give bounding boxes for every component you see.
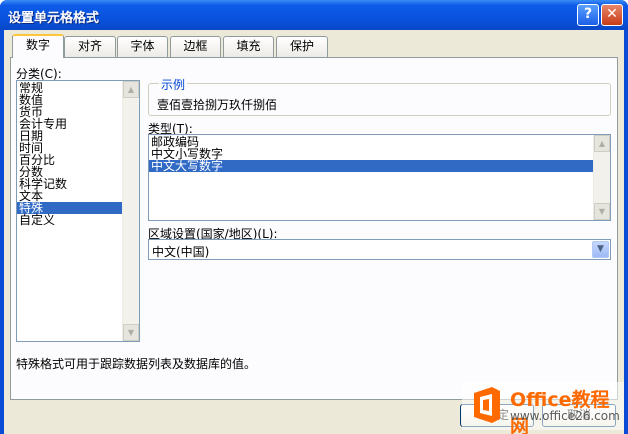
dialog-window: 设置单元格格式 ? ✕ 数字 对齐 字体 边框 填充 保护 分类(C): 常规 … bbox=[0, 0, 628, 434]
sample-label: 示例 bbox=[159, 76, 188, 93]
scroll-up-icon[interactable]: ▲ bbox=[594, 135, 610, 152]
watermark-url: www.office26.com bbox=[510, 409, 620, 423]
tab-protection[interactable]: 保护 bbox=[276, 36, 328, 57]
tab-number[interactable]: 数字 bbox=[12, 34, 64, 58]
locale-select[interactable]: 中文(中国) ▼ bbox=[148, 239, 611, 260]
list-item[interactable]: 中文大写数字 bbox=[149, 160, 610, 172]
tab-label: 数字 bbox=[25, 38, 50, 52]
format-description: 特殊格式可用于跟踪数据列表及数据库的值。 bbox=[16, 357, 257, 371]
tab-label: 对齐 bbox=[77, 39, 102, 53]
type-listbox[interactable]: 邮政编码 中文小写数字 中文大写数字 ▲ ▼ bbox=[148, 134, 611, 221]
help-icon: ? bbox=[583, 6, 593, 22]
tab-font[interactable]: 字体 bbox=[117, 36, 168, 57]
help-button[interactable]: ? bbox=[577, 4, 599, 26]
sample-group: 示例 壹佰壹拾捌万玖仟捌佰 bbox=[148, 76, 611, 116]
title-bar[interactable]: 设置单元格格式 ? ✕ bbox=[0, 0, 628, 30]
close-button[interactable]: ✕ bbox=[601, 4, 623, 26]
dialog-client-area: 数字 对齐 字体 边框 填充 保护 分类(C): 常规 数值 货币 会计专用 日期 时间百… bbox=[4, 30, 624, 434]
tab-label: 边框 bbox=[183, 39, 208, 53]
tab-label: 保护 bbox=[289, 39, 314, 53]
tab-label: 填充 bbox=[236, 39, 261, 53]
tab-alignment[interactable]: 对齐 bbox=[64, 36, 116, 57]
scroll-down-icon[interactable]: ▼ bbox=[123, 324, 139, 341]
scroll-up-icon[interactable]: ▲ bbox=[123, 81, 139, 98]
list-item[interactable]: 自定义 bbox=[17, 214, 139, 226]
watermark: Office教程网 www.office26.com bbox=[462, 382, 624, 434]
category-listbox[interactable]: 常规 数值 货币 会计专用 日期 时间 百分比 分数 科学记数 文本 特殊 自定义 ▲ ▼ bbox=[16, 80, 140, 342]
office-logo-icon bbox=[474, 387, 500, 423]
locale-value: 中文(中国) bbox=[152, 245, 210, 259]
sample-value: 壹佰壹拾捌万玖仟捌佰 bbox=[157, 98, 278, 112]
close-icon: ✕ bbox=[606, 6, 618, 22]
scroll-down-icon[interactable]: ▼ bbox=[594, 203, 610, 220]
tab-label: 字体 bbox=[130, 39, 155, 53]
category-scrollbar[interactable]: ▲ ▼ bbox=[122, 81, 139, 341]
tab-fill[interactable]: 填充 bbox=[223, 36, 274, 57]
tab-border[interactable]: 边框 bbox=[170, 36, 221, 57]
number-tab-panel: 分类(C): 常规 数值 货币 会计专用 日期 时间 百分比 分数 科学记数 文本 特殊 自定义 ▲ … bbox=[10, 57, 618, 400]
chevron-down-icon[interactable]: ▼ bbox=[592, 241, 609, 258]
dialog-title: 设置单元格格式 bbox=[8, 11, 100, 26]
type-scrollbar[interactable]: ▲ ▼ bbox=[593, 135, 610, 220]
